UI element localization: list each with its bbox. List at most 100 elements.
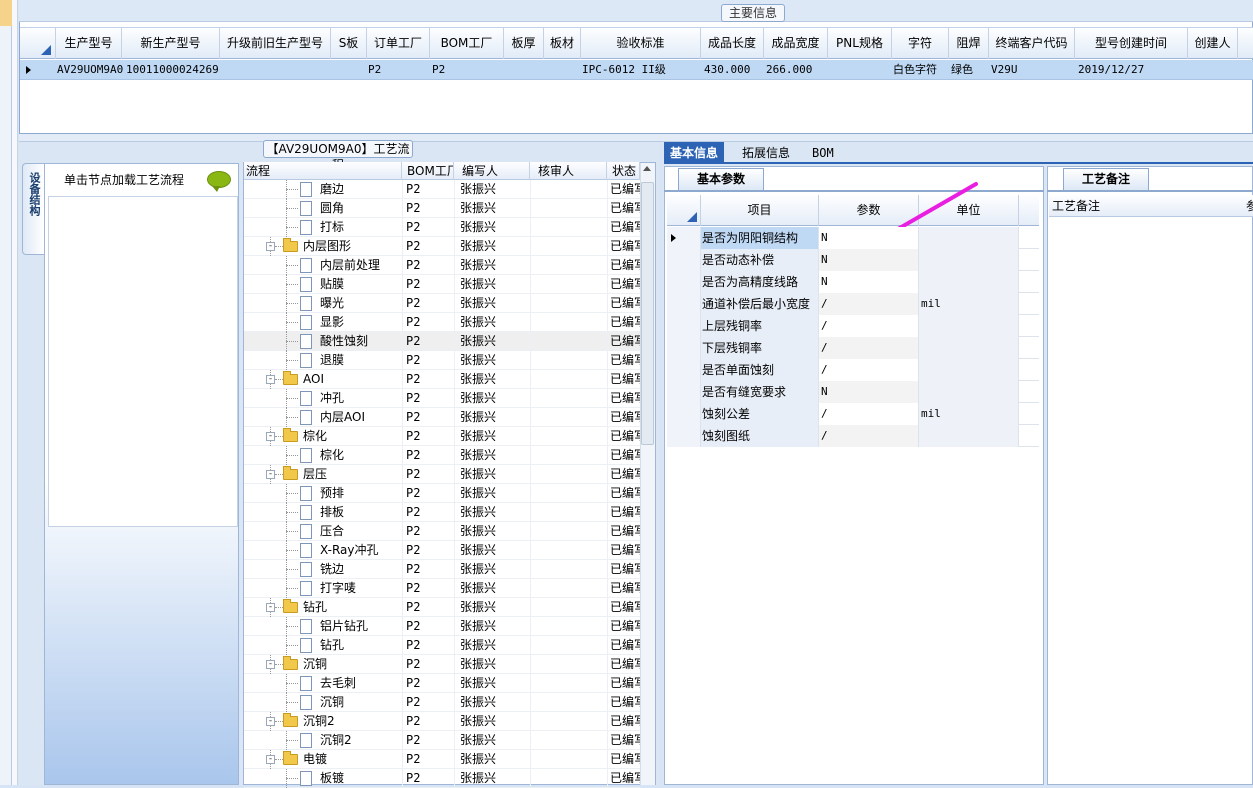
param-value-cell[interactable]: / <box>819 315 919 337</box>
flow-scrollbar-thumb[interactable] <box>641 182 654 445</box>
flow-row[interactable]: X-Ray冲孔 P2 张振兴 已编写 <box>244 541 640 560</box>
flow-row[interactable]: 显影 P2 张振兴 已编写 <box>244 313 640 332</box>
col-header[interactable]: 字符 <box>892 28 949 59</box>
flow-row[interactable]: 打字唛 P2 张振兴 已编写 <box>244 579 640 598</box>
flow-row[interactable]: 内层前处理 P2 张振兴 已编写 <box>244 256 640 275</box>
col-header[interactable]: 板材 <box>544 28 581 59</box>
param-value-cell[interactable]: N <box>819 249 919 271</box>
flow-row[interactable]: 退膜 P2 张振兴 已编写 <box>244 351 640 370</box>
col-header[interactable]: S板 <box>331 28 367 59</box>
col-header[interactable]: 新生产型号 <box>122 28 220 59</box>
flow-row[interactable]: 去毛刺 P2 张振兴 已编写 <box>244 674 640 693</box>
flow-row[interactable]: - 棕化 P2 张振兴 已编写 <box>244 427 640 446</box>
collapse-icon[interactable]: - <box>266 660 275 669</box>
col-header[interactable]: BOM工厂 <box>430 28 504 59</box>
col-header[interactable]: 订单工厂 <box>367 28 430 59</box>
tab-basic-info[interactable]: 基本信息 <box>664 142 725 164</box>
flow-row[interactable]: 铣边 P2 张振兴 已编写 <box>244 560 640 579</box>
param-row[interactable]: 是否为阴阳铜结构 N <box>667 227 1039 249</box>
col-header[interactable]: 创建人 <box>1188 28 1238 59</box>
device-tree[interactable] <box>48 196 238 527</box>
row-selector[interactable] <box>667 403 701 425</box>
param-row[interactable]: 蚀刻公差 / mil <box>667 403 1039 425</box>
col-header[interactable]: BOM工厂 <box>402 162 454 180</box>
param-row[interactable]: 是否为高精度线路 N <box>667 271 1039 293</box>
flow-row[interactable]: 板镀 P2 张振兴 已编写 <box>244 769 640 788</box>
select-all-corner[interactable] <box>667 195 701 226</box>
param-value-cell[interactable]: / <box>819 337 919 359</box>
tab-device-structure[interactable]: 设备结构 <box>22 163 44 255</box>
tab-extended-info[interactable]: 拓展信息 <box>736 142 796 164</box>
row-selector[interactable] <box>667 271 701 293</box>
flow-row[interactable]: - 沉铜2 P2 张振兴 已编写 <box>244 712 640 731</box>
speech-bubble-icon[interactable] <box>207 171 231 192</box>
param-row[interactable]: 通道补偿后最小宽度 / mil <box>667 293 1039 315</box>
horizontal-splitter[interactable] <box>19 134 1253 142</box>
flow-row[interactable]: - 层压 P2 张振兴 已编写 <box>244 465 640 484</box>
col-header[interactable]: 生产型号 <box>56 28 122 59</box>
scroll-up-icon[interactable] <box>643 166 651 171</box>
flow-row[interactable]: 磨边 P2 张振兴 已编写 <box>244 180 640 199</box>
flow-row[interactable]: - 钻孔 P2 张振兴 已编写 <box>244 598 640 617</box>
col-header[interactable]: 成品长度 <box>701 28 764 59</box>
row-selector[interactable] <box>667 315 701 337</box>
flow-row[interactable]: - 沉铜 P2 张振兴 已编写 <box>244 655 640 674</box>
collapse-icon[interactable]: - <box>266 603 275 612</box>
col-header[interactable]: 验收标准 <box>581 28 701 59</box>
flow-row[interactable]: 预排 P2 张振兴 已编写 <box>244 484 640 503</box>
flow-row[interactable]: 内层AOI P2 张振兴 已编写 <box>244 408 640 427</box>
param-row[interactable]: 上层残铜率 / <box>667 315 1039 337</box>
flow-row[interactable]: 排板 P2 张振兴 已编写 <box>244 503 640 522</box>
row-selector[interactable] <box>667 359 701 381</box>
tab-basic-params[interactable]: 基本参数 <box>678 168 764 190</box>
col-header[interactable]: 项目 <box>701 195 819 226</box>
collapse-icon[interactable]: - <box>266 432 275 441</box>
flow-row[interactable]: 压合 P2 张振兴 已编写 <box>244 522 640 541</box>
flow-row[interactable]: 圆角 P2 张振兴 已编写 <box>244 199 640 218</box>
col-header[interactable]: 板厚 <box>504 28 544 59</box>
param-value-cell[interactable]: N <box>819 271 919 293</box>
col-header[interactable]: 核审人 <box>530 162 607 180</box>
flow-row[interactable]: 沉铜 P2 张振兴 已编写 <box>244 693 640 712</box>
param-value-cell[interactable]: N <box>819 381 919 403</box>
row-selector[interactable] <box>667 227 701 249</box>
row-selector[interactable] <box>667 425 701 447</box>
collapse-icon[interactable]: - <box>266 470 275 479</box>
param-value-cell[interactable]: / <box>819 359 919 381</box>
tab-process-remarks[interactable]: 工艺备注 <box>1063 168 1149 190</box>
param-row[interactable]: 下层残铜率 / <box>667 337 1039 359</box>
param-value-cell[interactable]: / <box>819 425 919 447</box>
row-selector[interactable] <box>667 249 701 271</box>
tab-bom[interactable]: BOM <box>806 142 840 164</box>
param-value-cell[interactable]: / <box>819 403 919 425</box>
row-selector[interactable] <box>667 293 701 315</box>
select-all-corner[interactable] <box>20 28 56 59</box>
flow-row[interactable]: 贴膜 P2 张振兴 已编写 <box>244 275 640 294</box>
flow-row[interactable]: - AOI P2 张振兴 已编写 <box>244 370 640 389</box>
flow-row[interactable]: 钻孔 P2 张振兴 已编写 <box>244 636 640 655</box>
col-header[interactable]: 阻焊 <box>949 28 989 59</box>
flow-row[interactable]: 铝片钻孔 P2 张振兴 已编写 <box>244 617 640 636</box>
flow-row[interactable]: 酸性蚀刻 P2 张振兴 已编写 <box>244 332 640 351</box>
flow-row[interactable]: - 电镀 P2 张振兴 已编写 <box>244 750 640 769</box>
flow-row[interactable]: 沉铜2 P2 张振兴 已编写 <box>244 731 640 750</box>
flow-row[interactable]: 棕化 P2 张振兴 已编写 <box>244 446 640 465</box>
flow-row[interactable]: 曝光 P2 张振兴 已编写 <box>244 294 640 313</box>
row-selector[interactable] <box>667 337 701 359</box>
param-row[interactable]: 是否动态补偿 N <box>667 249 1039 271</box>
col-header[interactable]: 流程 <box>244 162 402 180</box>
flow-row[interactable]: 冲孔 P2 张振兴 已编写 <box>244 389 640 408</box>
main-info-row[interactable]: AV29UOM9A0 10011000024269 P2 P2 IPC-6012… <box>20 60 1253 80</box>
collapse-icon[interactable]: - <box>266 717 275 726</box>
col-header[interactable]: 编写人 <box>454 162 530 180</box>
col-header[interactable]: 升级前旧生产型号 <box>220 28 331 59</box>
param-value-cell[interactable]: / <box>819 293 919 315</box>
collapse-icon[interactable]: - <box>266 242 275 251</box>
col-header[interactable]: 终端客户代码 <box>989 28 1075 59</box>
collapse-icon[interactable]: - <box>266 375 275 384</box>
collapse-icon[interactable]: - <box>266 755 275 764</box>
param-value-cell[interactable]: N <box>819 227 919 249</box>
param-row[interactable]: 是否有缝宽要求 N <box>667 381 1039 403</box>
param-row[interactable]: 是否单面蚀刻 / <box>667 359 1039 381</box>
col-header[interactable]: PNL规格 <box>828 28 892 59</box>
